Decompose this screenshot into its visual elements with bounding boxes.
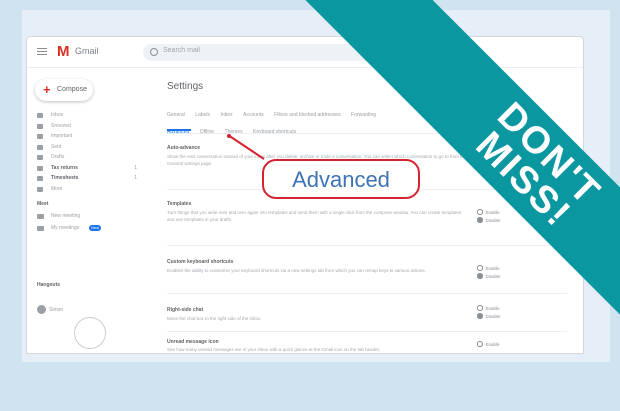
compose-label: Compose	[57, 86, 87, 93]
chevron-down-icon	[37, 186, 43, 192]
unread-enable-option[interactable]: Enable	[477, 341, 500, 347]
tab-accounts[interactable]: Accounts	[243, 112, 264, 118]
radio-icon	[477, 209, 483, 215]
sidebar-item-label: Snoozed	[51, 122, 71, 129]
tab-general[interactable]: General	[167, 112, 185, 118]
gmail-logo-word: Gmail	[75, 46, 99, 56]
send-icon	[37, 144, 43, 150]
sidebar-item-count: 1	[134, 175, 137, 181]
sidebar-item-label: Drafts	[51, 154, 65, 160]
search-input[interactable]: Search mail	[143, 44, 383, 61]
setting-auto-advance-title: Auto-advance	[167, 145, 201, 151]
compose-button[interactable]: + Compose	[35, 79, 93, 101]
sidebar-item-label: Important	[51, 133, 73, 139]
draft-icon	[37, 155, 43, 160]
hangouts-empty-icon	[74, 317, 106, 349]
keyboard-icon	[37, 226, 44, 231]
tab-filters[interactable]: Filters and blocked addresses	[274, 112, 340, 118]
option-label: Disable	[485, 274, 501, 279]
avatar[interactable]	[37, 305, 46, 314]
advanced-callout: Advanced	[262, 159, 420, 199]
settings-subtabs: Advanced Offline Themes Keyboard shortcu…	[167, 120, 302, 135]
radio-icon	[477, 217, 483, 223]
sidebar-item-count: 1	[134, 164, 137, 171]
setting-custom-shortcuts-desc: Enables the ability to customise your ke…	[167, 268, 426, 273]
settings-tabs: General Labels Inbox Accounts Filters an…	[167, 103, 382, 118]
tab-inbox[interactable]: Inbox	[220, 112, 232, 118]
tab-forwarding[interactable]: Forwarding	[351, 112, 376, 118]
search-icon[interactable]	[150, 48, 158, 56]
radio-icon	[477, 265, 483, 271]
label-icon	[37, 165, 43, 171]
active-tab-indicator	[167, 129, 191, 131]
sidebar-item-label: Tax returns	[51, 164, 78, 171]
setting-templates-desc: Turn things that you write over and over…	[167, 210, 461, 222]
callout-pointer	[227, 134, 265, 160]
meet-section-label: Meet	[37, 201, 49, 207]
divider	[167, 293, 567, 294]
sidebar-item-sent[interactable]: Sent	[33, 143, 141, 154]
setting-custom-shortcuts-title: Custom keyboard shortcuts	[167, 259, 234, 265]
option-label: Enable	[485, 342, 500, 347]
sidebar-item-inbox[interactable]: Inbox	[33, 111, 141, 122]
sidebar-item-label: More	[51, 185, 63, 192]
sidebar-item-important[interactable]: Important	[33, 132, 141, 143]
page-title: Settings	[167, 81, 204, 92]
sidebar-item-label: Sent	[51, 143, 62, 150]
label-icon	[37, 176, 43, 181]
radio-icon	[477, 313, 483, 319]
clock-icon	[37, 123, 43, 129]
callout-label: Advanced	[292, 167, 390, 192]
tab-labels[interactable]: Labels	[195, 112, 210, 118]
setting-unread-icon-desc: See how many unread messages are in your…	[167, 347, 381, 352]
sidebar-item-drafts[interactable]: Drafts	[33, 153, 141, 164]
hangouts-user-name: Simon	[49, 307, 64, 313]
radio-icon	[477, 305, 483, 311]
sidebar-item-timesheets[interactable]: Timesheets 1	[33, 174, 141, 185]
sidebar-item-label: Timesheets	[51, 175, 79, 181]
setting-right-side-chat-title: Right-side chat	[167, 307, 204, 313]
new-badge: New	[89, 225, 101, 231]
my-meetings-button[interactable]: My meetings New	[37, 225, 137, 234]
option-label: Enable	[485, 306, 500, 311]
gmail-logo-mark: M	[57, 43, 70, 60]
option-label: Enable	[485, 210, 500, 215]
templates-enable-option[interactable]: Enable	[477, 209, 500, 215]
inbox-icon	[37, 113, 43, 118]
templates-disable-option[interactable]: Disable	[477, 217, 501, 223]
my-meetings-label: My meetings	[51, 225, 80, 231]
tab-offline[interactable]: Offline	[200, 129, 214, 135]
menu-icon[interactable]	[37, 48, 47, 55]
radio-icon	[477, 273, 483, 279]
shortcuts-disable-option[interactable]: Disable	[477, 273, 501, 279]
radio-icon	[477, 341, 483, 347]
setting-unread-icon-title: Unread message icon	[167, 339, 219, 345]
chat-enable-option[interactable]: Enable	[477, 305, 500, 311]
search-placeholder: Search mail	[163, 47, 200, 54]
sidebar-item-label: Inbox	[51, 112, 64, 118]
option-label: Enable	[485, 266, 500, 271]
chat-disable-option[interactable]: Disable	[477, 313, 501, 319]
new-meeting-button[interactable]: New meeting	[37, 213, 137, 222]
option-label: Disable	[485, 218, 501, 223]
setting-templates-title: Templates	[167, 201, 192, 207]
divider	[167, 245, 567, 246]
sidebar-item-more[interactable]: More	[33, 185, 141, 196]
sidebar-item-tax-returns[interactable]: Tax returns 1	[33, 164, 141, 175]
top-bar: M Gmail Search mail	[27, 37, 583, 68]
important-icon	[37, 134, 43, 139]
divider	[167, 331, 567, 332]
hangouts-section-label: Hangouts	[37, 282, 61, 288]
gmail-logo[interactable]: M Gmail	[57, 44, 117, 60]
video-icon	[37, 214, 44, 219]
shortcuts-enable-option[interactable]: Enable	[477, 265, 500, 271]
sidebar-item-snoozed[interactable]: Snoozed	[33, 122, 141, 133]
option-label: Disable	[485, 314, 501, 319]
sidebar-nav: Inbox Snoozed Important Sent Drafts Tax …	[33, 111, 141, 195]
plus-icon: +	[43, 82, 51, 97]
setting-right-side-chat-desc: Move the chat box to the right side of t…	[167, 316, 262, 321]
new-meeting-label: New meeting	[51, 213, 81, 219]
